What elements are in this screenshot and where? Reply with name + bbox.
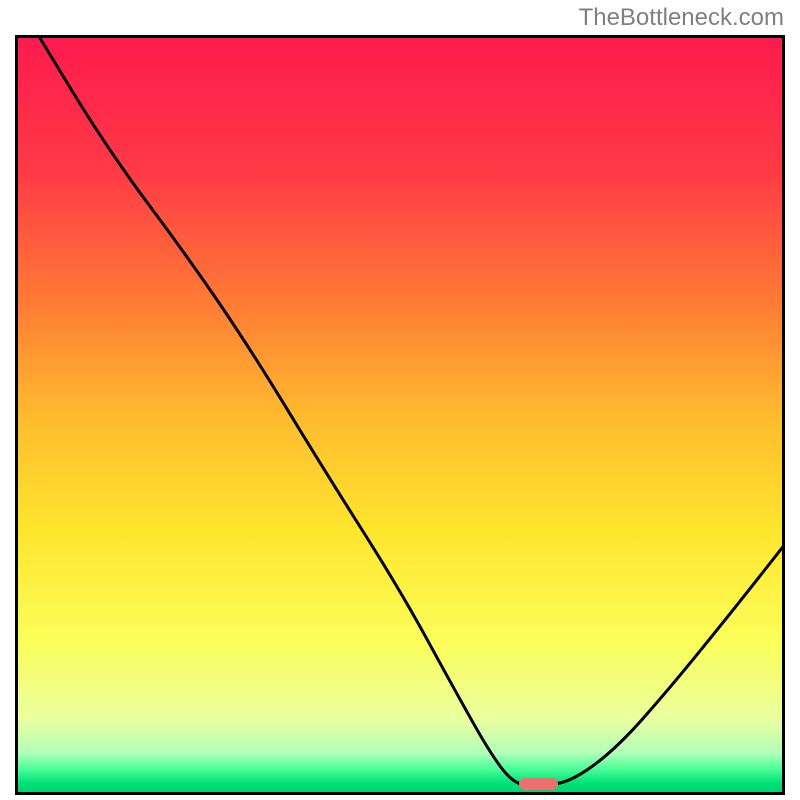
chart-curve [15,35,785,795]
chart-plot-area [15,35,785,795]
watermark-text: TheBottleneck.com [579,4,784,32]
chart-page: TheBottleneck.com [0,0,800,800]
optimal-marker [519,778,558,790]
